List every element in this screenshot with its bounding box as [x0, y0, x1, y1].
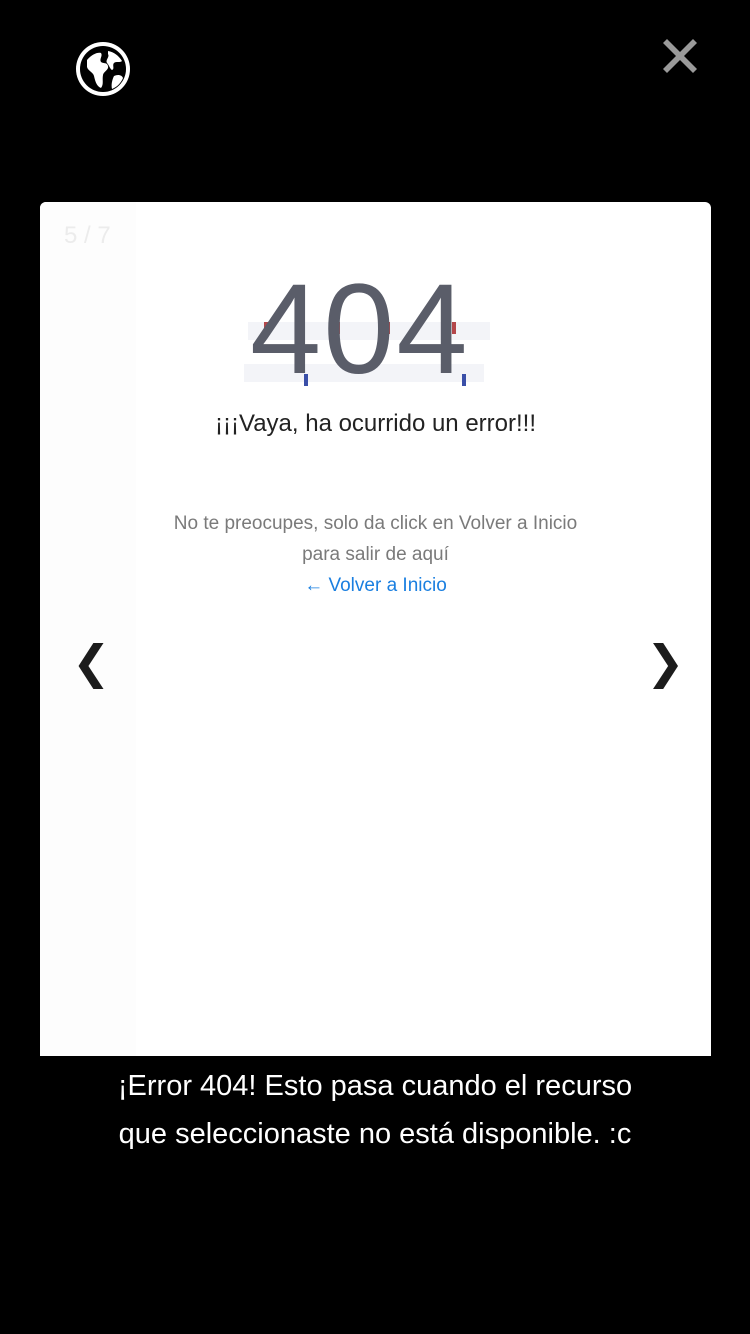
- lightbox-viewer: 5 / 7 404 ¡¡¡Vaya, ha ocurrido un error!…: [0, 0, 750, 1334]
- slide-edge-shade: [40, 202, 136, 1056]
- slide-counter: 5 / 7: [64, 222, 111, 249]
- error-description: No te preocupes, solo da click en Volver…: [40, 508, 711, 570]
- caption-line: ¡Error 404! Esto pasa cuando el recurso: [117, 1070, 633, 1102]
- error-code-block: 404: [240, 260, 500, 400]
- error-description-line: No te preocupes, solo da click en Volver…: [173, 513, 578, 534]
- back-home-link[interactable]: ← Volver a Inicio: [40, 570, 711, 601]
- slide-caption: ¡Error 404! Esto pasa cuando el recurso …: [0, 1062, 750, 1158]
- previous-slide-button[interactable]: ❮: [72, 636, 111, 688]
- next-slide-button[interactable]: ❯: [646, 636, 685, 688]
- error-headline: ¡¡¡Vaya, ha ocurrido un error!!!: [214, 410, 536, 437]
- error-description-line: para salir de aquí: [302, 544, 449, 565]
- slide-frame: 5 / 7 404 ¡¡¡Vaya, ha ocurrido un error!…: [40, 202, 711, 1056]
- close-icon[interactable]: [660, 36, 700, 76]
- caption-line: que seleccionaste no está disponible. :c: [118, 1118, 632, 1150]
- error-code: 404: [250, 258, 470, 401]
- globe-icon[interactable]: [74, 40, 132, 98]
